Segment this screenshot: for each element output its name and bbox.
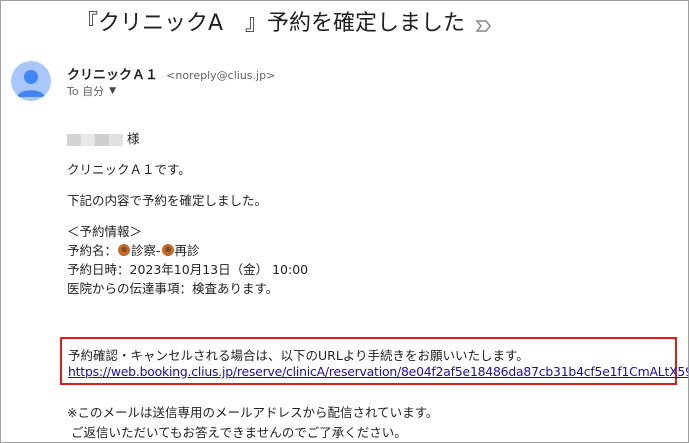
reservation-name-part1: 診察-	[131, 243, 161, 258]
salutation: 様	[67, 129, 677, 148]
email-body: 様 クリニックＡ１です。 下記の内容で予約を確定しました。 ＜予約情報＞ 予約名…	[67, 129, 677, 298]
reservation-name-prefix: 予約名：	[67, 243, 118, 258]
sender-name[interactable]: クリニックＡ１	[67, 68, 158, 83]
subject-text: 『クリニックA 』予約を確定しました	[76, 11, 466, 36]
recipient-line[interactable]: To 自分 ▼	[67, 83, 116, 99]
salutation-suffix: 様	[127, 131, 140, 146]
sender-avatar[interactable]	[11, 61, 51, 101]
footer-line-1: ※このメールは送信専用のメールアドレスから配信されています。	[67, 405, 439, 420]
clinic-message: 医院からの伝達事項：検査あります。	[67, 281, 279, 296]
email-view: 『クリニックA 』予約を確定しました クリニックＡ１ <noreply@cliu…	[0, 0, 689, 443]
reservation-link[interactable]: https://web.booking.clius.jp/reserve/cli…	[68, 364, 688, 379]
email-subject: 『クリニックA 』予約を確定しました	[76, 5, 493, 37]
reservation-name: 予約名： 診察- 再診	[67, 241, 677, 260]
sender-line: クリニックＡ１ <noreply@clius.jp>	[67, 64, 275, 83]
footer-line-2: ご返信いただいてもお答えできませんのでご了承ください。	[71, 425, 407, 440]
recipient-label: To 自分	[67, 85, 105, 98]
redacted-name	[67, 133, 123, 146]
notice-text: 予約確認・キャンセルされる場合は、以下のURLより手続きをお願いいたします。	[68, 348, 529, 363]
reservation-link-box: 予約確認・キャンセルされる場合は、以下のURLより手続きをお願いいたします。 h…	[60, 337, 688, 385]
chevron-down-icon[interactable]: ▼	[109, 86, 116, 96]
confirm-line: 下記の内容で予約を確定しました。	[67, 193, 268, 208]
label-important-icon[interactable]	[475, 14, 493, 32]
reservation-datetime: 予約日時：2023年10月13日（金） 10:00	[67, 262, 309, 277]
person-icon	[17, 70, 45, 97]
footer-note: ※このメールは送信専用のメールアドレスから配信されています。 ご返信いただいても…	[67, 403, 439, 442]
intro-line: クリニックＡ１です。	[67, 162, 191, 177]
sender-address: <noreply@clius.jp>	[166, 69, 276, 82]
donut-emoji-icon	[161, 244, 174, 256]
info-header: ＜予約情報＞	[67, 224, 143, 239]
reservation-name-part2: 再診	[174, 243, 200, 258]
donut-emoji-icon	[118, 244, 131, 256]
